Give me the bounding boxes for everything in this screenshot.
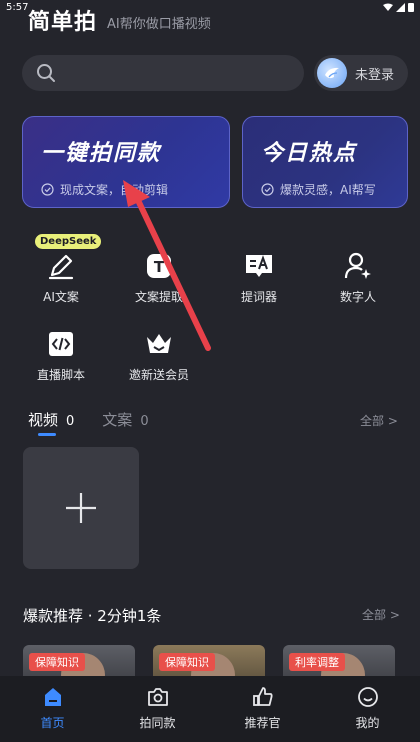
tool-label: 文案提取: [134, 290, 183, 304]
card-title: 今日热点: [261, 141, 358, 166]
svg-text:T: T: [154, 258, 165, 276]
tab-copywriting[interactable]: 文案 0: [102, 409, 148, 430]
tool-text-extract[interactable]: T 文案提取: [114, 250, 204, 305]
tool-label: 数字人: [339, 290, 376, 304]
avatar: [317, 58, 347, 88]
card-subtitle: 现成文案，自动剪辑: [60, 183, 169, 197]
smile-icon: [357, 687, 378, 707]
tab-video[interactable]: 视频 0: [28, 409, 75, 436]
thumb-badge: 保障知识: [29, 653, 85, 671]
tab-count: 0: [140, 414, 149, 429]
app-header: 简单拍 AI帮你做口播视频: [28, 6, 211, 36]
nav-same-style[interactable]: 拍同款: [105, 676, 210, 742]
tool-teleprompter[interactable]: 提词器: [214, 250, 304, 305]
tool-ai-copywriting[interactable]: AI文案: [16, 250, 106, 305]
hot-section-title: 爆款推荐 · 2分钟1条: [23, 607, 162, 625]
nav-recommender[interactable]: 推荐官: [210, 676, 315, 742]
nav-label: 首页: [40, 716, 65, 730]
tool-invite-member[interactable]: 邀新送会员: [114, 328, 204, 383]
pen-icon: [45, 250, 77, 282]
add-video-button[interactable]: [23, 447, 139, 569]
login-label: 未登录: [355, 67, 395, 83]
card-subtitle: 爆款灵感，AI帮写: [280, 183, 376, 197]
plus-icon: [66, 493, 96, 523]
tool-digital-human[interactable]: 数字人: [313, 250, 403, 305]
thumbs-up-icon: [252, 687, 273, 706]
today-hot-card[interactable]: 今日热点 爆款灵感，AI帮写: [242, 116, 408, 208]
tab-label: 视频: [28, 411, 59, 429]
card-subtitle-row: 现成文案，自动剪辑: [41, 181, 211, 198]
teleprompter-icon: [243, 250, 275, 282]
check-circle-icon: [261, 183, 274, 196]
thumb-badge: 利率调整: [289, 653, 345, 671]
search-icon: [37, 64, 55, 82]
tab-label: 文案: [102, 411, 133, 429]
tab-indicator: [38, 433, 56, 436]
card-title: 一键拍同款: [41, 141, 162, 166]
bird-icon: [325, 67, 339, 79]
code-script-icon: [45, 328, 77, 360]
nav-mine[interactable]: 我的: [315, 676, 420, 742]
thumb-badge: 保障知识: [159, 653, 215, 671]
search-input[interactable]: [22, 55, 304, 91]
deepseek-badge: DeepSeek: [35, 234, 102, 249]
see-all-link[interactable]: 全部 >: [360, 412, 398, 429]
nav-home[interactable]: 首页: [0, 676, 105, 742]
app-tagline: AI帮你做口播视频: [107, 17, 211, 32]
check-circle-icon: [41, 183, 54, 196]
battery-icon: [408, 3, 414, 12]
camera-icon: [147, 688, 168, 706]
status-icons: [383, 2, 414, 12]
content-tabs: 视频 0 文案 0: [28, 409, 149, 436]
home-icon: [44, 688, 61, 706]
tool-label: AI文案: [43, 290, 79, 304]
one-click-shoot-card[interactable]: 一键拍同款 现成文案，自动剪辑: [22, 116, 230, 208]
tool-label: 提词器: [240, 290, 277, 304]
signal-icon: [396, 2, 405, 12]
tab-count: 0: [66, 414, 75, 429]
nav-label: 我的: [355, 716, 380, 730]
tool-live-script[interactable]: 直播脚本: [16, 328, 106, 383]
crown-icon: [143, 328, 175, 360]
tool-label: 直播脚本: [36, 368, 85, 382]
nav-label: 推荐官: [244, 716, 281, 730]
hot-see-all-link[interactable]: 全部 >: [362, 606, 400, 623]
digital-human-icon: [342, 250, 374, 282]
status-time: 5:57: [6, 1, 29, 13]
text-extract-icon: T: [143, 250, 175, 282]
tool-label: 邀新送会员: [128, 368, 189, 382]
nav-label: 拍同款: [139, 716, 176, 730]
login-button[interactable]: 未登录: [314, 55, 408, 91]
bottom-nav: 首页 拍同款 推荐官 我的: [0, 676, 420, 742]
card-subtitle-row: 爆款灵感，AI帮写: [261, 181, 389, 198]
app-logo: 简单拍: [28, 10, 98, 35]
wifi-icon: [383, 3, 393, 11]
